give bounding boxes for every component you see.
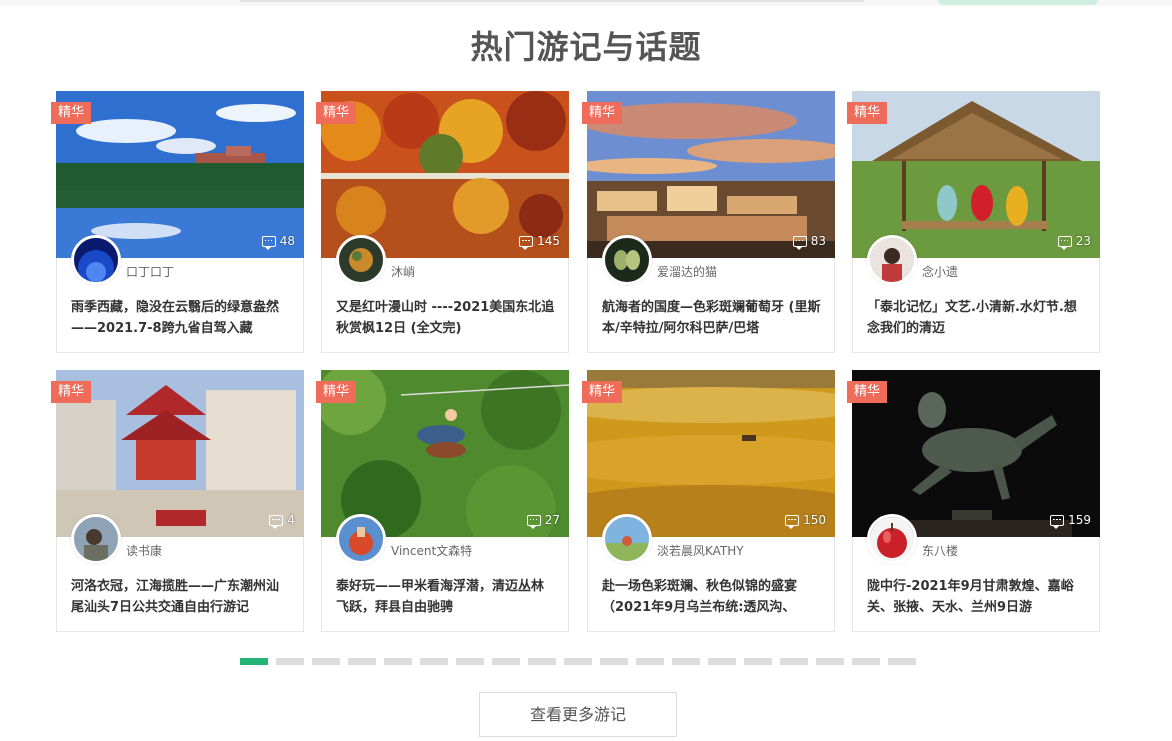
author-name[interactable]: Vincent文森特 — [391, 542, 472, 559]
pagination-dot[interactable] — [276, 658, 304, 665]
pagination-dot[interactable] — [600, 658, 628, 665]
featured-badge: 精华 — [582, 381, 623, 403]
note-title[interactable]: 又是红叶漫山时 ----2021美国东北追秋赏枫12日 (全文完) — [336, 297, 556, 339]
comment-icon — [1050, 514, 1065, 529]
author-avatar[interactable] — [867, 514, 917, 564]
top-action-button-edge[interactable] — [938, 0, 1098, 5]
travel-note-card[interactable]: 精华 150 淡若晨风KATHY 赴一场色彩斑斓、秋色似锦的盛宴（2021年9月… — [582, 370, 835, 632]
cover-image[interactable] — [56, 370, 304, 537]
comment-count: 83 — [792, 234, 826, 250]
pagination-dot[interactable] — [240, 658, 268, 665]
carousel-pagination — [240, 658, 916, 665]
pagination-dot[interactable] — [708, 658, 736, 665]
comment-icon — [269, 514, 284, 529]
search-bar-edge[interactable] — [240, 0, 864, 2]
pagination-dot[interactable] — [744, 658, 772, 665]
comment-count: 27 — [526, 513, 560, 529]
pagination-dot[interactable] — [564, 658, 592, 665]
cover-image[interactable] — [852, 370, 1100, 537]
author-name[interactable]: 念小遗 — [922, 263, 958, 280]
travel-note-card[interactable]: 精华 159 东八楼 陇中行-2021年9月甘肃敦煌、嘉峪关、张掖、天水、兰州9… — [847, 370, 1100, 632]
pagination-dot[interactable] — [456, 658, 484, 665]
pagination-dot[interactable] — [672, 658, 700, 665]
comment-icon — [785, 514, 800, 529]
travel-note-card[interactable]: 精华 83 爱溜达的猫 航海者的国度—色彩斑斓葡萄牙 (里斯本/辛特拉/阿尔科巴… — [582, 91, 835, 353]
featured-badge: 精华 — [847, 102, 888, 124]
pagination-dot[interactable] — [312, 658, 340, 665]
note-title[interactable]: 雨季西藏，隐没在云翳后的绿意盎然——2021.7-8跨九省自驾入藏 — [71, 297, 291, 339]
author-name[interactable]: 淡若晨风KATHY — [657, 542, 744, 559]
featured-badge: 精华 — [316, 381, 357, 403]
pagination-dot[interactable] — [852, 658, 880, 665]
note-title[interactable]: 航海者的国度—色彩斑斓葡萄牙 (里斯本/辛特拉/阿尔科巴萨/巴塔 — [602, 297, 822, 339]
note-title[interactable]: 赴一场色彩斑斓、秋色似锦的盛宴（2021年9月乌兰布统:透风沟、 — [602, 576, 822, 618]
comment-icon — [1057, 235, 1072, 250]
note-title[interactable]: 「泰北记忆」文艺.小清新.水灯节.想念我们的清迈 — [867, 297, 1087, 339]
author-name[interactable]: 口丁口丁 — [126, 263, 174, 280]
author-avatar[interactable] — [336, 235, 386, 285]
cover-image[interactable] — [587, 370, 835, 537]
cover-image[interactable] — [321, 370, 569, 537]
comment-count: 23 — [1057, 234, 1091, 250]
author-avatar[interactable] — [71, 235, 121, 285]
author-name[interactable]: 东八楼 — [922, 542, 958, 559]
author-avatar[interactable] — [336, 514, 386, 564]
author-avatar[interactable] — [71, 514, 121, 564]
travel-note-card[interactable]: 精华 27 Vincent文森特 泰好玩——甲米看海浮潜，清迈丛林飞跃，拜县自由… — [316, 370, 569, 632]
featured-badge: 精华 — [582, 102, 623, 124]
comment-icon — [792, 235, 807, 250]
cover-image[interactable] — [56, 91, 304, 258]
pagination-dot[interactable] — [384, 658, 412, 665]
cover-image[interactable] — [587, 91, 835, 258]
author-name[interactable]: 读书康 — [126, 542, 162, 559]
featured-badge: 精华 — [51, 102, 92, 124]
pagination-dot[interactable] — [780, 658, 808, 665]
travel-note-card[interactable]: 精华 23 念小遗 「泰北记忆」文艺.小清新.水灯节.想念我们的清迈 — [847, 91, 1100, 353]
pagination-dot[interactable] — [636, 658, 664, 665]
travel-note-card[interactable]: 精华 4 读书康 河洛衣冠，江海揽胜——广东潮州汕尾汕头7日公共交通自由行游记 — [51, 370, 304, 632]
pagination-dot[interactable] — [492, 658, 520, 665]
section-title: 热门游记与话题 — [470, 28, 702, 66]
pagination-dot[interactable] — [888, 658, 916, 665]
pagination-dot[interactable] — [348, 658, 376, 665]
comment-count: 159 — [1050, 513, 1091, 529]
pagination-dot[interactable] — [528, 658, 556, 665]
author-avatar[interactable] — [602, 514, 652, 564]
comment-count: 150 — [785, 513, 826, 529]
note-title[interactable]: 河洛衣冠，江海揽胜——广东潮州汕尾汕头7日公共交通自由行游记 — [71, 576, 291, 618]
comment-count: 4 — [269, 513, 295, 529]
travel-note-card[interactable]: 精华 48 口丁口丁 雨季西藏，隐没在云翳后的绿意盎然——2021.7-8跨九省… — [51, 91, 304, 353]
comment-icon — [519, 235, 534, 250]
featured-badge: 精华 — [51, 381, 92, 403]
featured-badge: 精华 — [316, 102, 357, 124]
cover-image[interactable] — [852, 91, 1100, 258]
view-more-notes-button[interactable]: 查看更多游记 — [479, 692, 677, 737]
pagination-dot[interactable] — [816, 658, 844, 665]
author-name[interactable]: 沐峭 — [391, 263, 415, 280]
comment-icon — [261, 235, 276, 250]
travel-note-card[interactable]: 精华 145 沐峭 又是红叶漫山时 ----2021美国东北追秋赏枫12日 (全… — [316, 91, 569, 353]
comment-count: 145 — [519, 234, 560, 250]
cover-image[interactable] — [321, 91, 569, 258]
note-title[interactable]: 泰好玩——甲米看海浮潜，清迈丛林飞跃，拜县自由驰骋 — [336, 576, 556, 618]
comment-count: 48 — [261, 234, 295, 250]
author-name[interactable]: 爱溜达的猫 — [657, 263, 717, 280]
note-title[interactable]: 陇中行-2021年9月甘肃敦煌、嘉峪关、张掖、天水、兰州9日游 — [867, 576, 1087, 618]
pagination-dot[interactable] — [420, 658, 448, 665]
comment-icon — [526, 514, 541, 529]
featured-badge: 精华 — [847, 381, 888, 403]
author-avatar[interactable] — [867, 235, 917, 285]
author-avatar[interactable] — [602, 235, 652, 285]
